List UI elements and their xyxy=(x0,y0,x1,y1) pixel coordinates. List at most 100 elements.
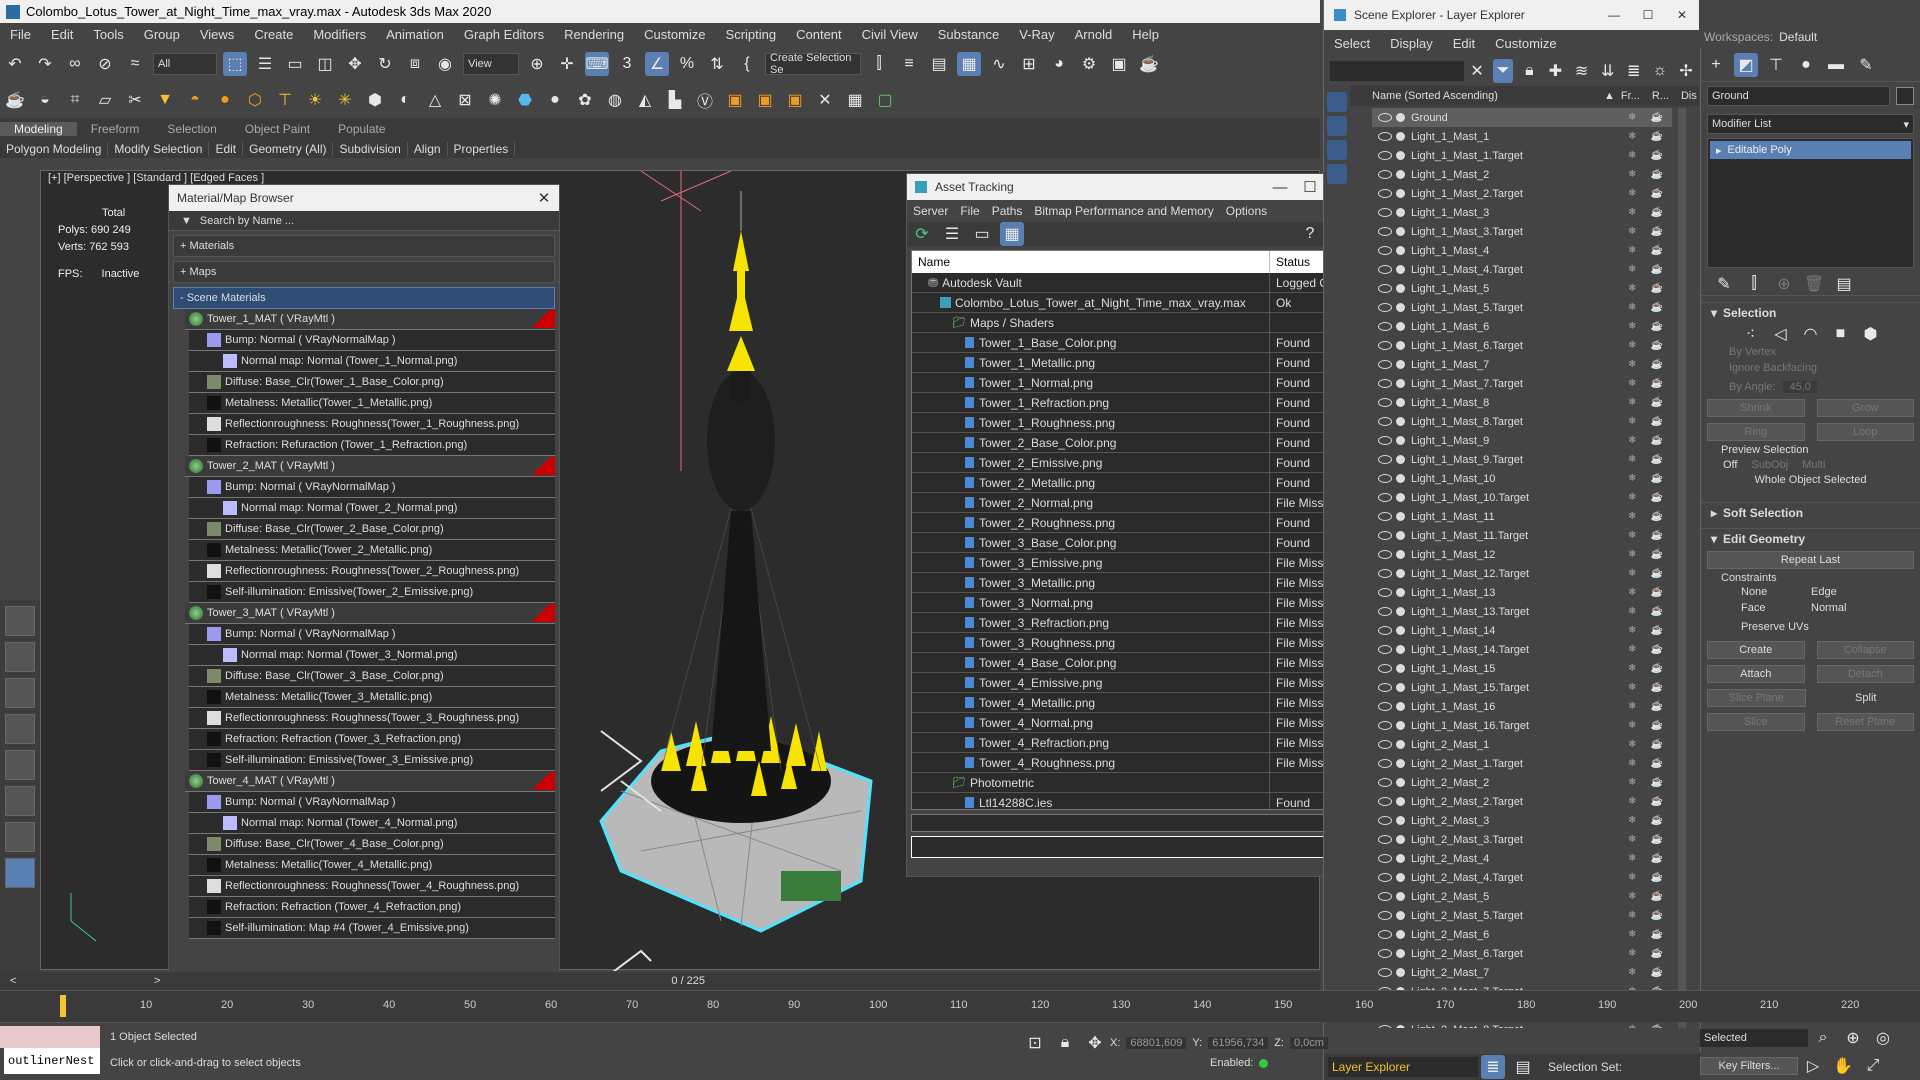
layout-tab-icon[interactable] xyxy=(5,678,35,708)
ribbon-subtab-properties[interactable]: Properties xyxy=(448,142,516,156)
vray-decal-icon[interactable]: ⬣ xyxy=(513,88,537,112)
scene-menu-customize[interactable]: Customize xyxy=(1485,36,1566,51)
scene-object-row[interactable]: Light_1_Mast_13 ❄ ☕ xyxy=(1372,583,1672,602)
material-item[interactable]: Tower_2_MAT ( VRayMtl ) xyxy=(185,456,555,477)
asset-row[interactable]: Tower_1_Refraction.png Found xyxy=(912,393,1350,413)
render-toggle-icon[interactable]: ☕ xyxy=(1642,758,1672,769)
column-header-name[interactable]: Name xyxy=(912,251,1270,273)
create-button[interactable]: Create xyxy=(1707,641,1805,659)
list-view-icon[interactable]: ☰ xyxy=(940,222,964,246)
scene-menu-select[interactable]: Select xyxy=(1324,36,1380,51)
layer-stack-icon[interactable]: ≋ xyxy=(1571,59,1591,83)
scene-object-row[interactable]: Light_1_Mast_8 ❄ ☕ xyxy=(1372,393,1672,412)
scene-object-row[interactable]: Light_2_Mast_7 ❄ ☕ xyxy=(1372,963,1672,982)
vray-fur-icon[interactable]: ⌗ xyxy=(63,88,87,112)
motion-tab-icon[interactable]: ● xyxy=(1794,53,1818,77)
ribbon-tab-freeform[interactable]: Freeform xyxy=(77,122,154,136)
visibility-eye-icon[interactable] xyxy=(1378,1025,1392,1028)
visibility-eye-icon[interactable] xyxy=(1378,303,1392,312)
visibility-eye-icon[interactable] xyxy=(1378,170,1392,179)
expand-arrow-icon[interactable]: ▸ xyxy=(1716,144,1722,157)
modifier-list-dropdown[interactable]: Modifier List ▾ xyxy=(1707,114,1914,134)
visibility-eye-icon[interactable] xyxy=(1378,512,1392,521)
vray-dome-light-icon[interactable]: ◓ xyxy=(183,88,207,112)
layer-explorer-dropdown[interactable]: Layer Explorer xyxy=(1328,1057,1478,1077)
curve-editor-icon[interactable]: ∿ xyxy=(987,52,1011,76)
preserve-uvs-checkbox[interactable]: Preserve UVs xyxy=(1701,616,1920,638)
freeze-toggle-icon[interactable]: ❄ xyxy=(1628,359,1642,370)
maximize-viewport-icon[interactable]: ⤢ xyxy=(1861,1054,1885,1078)
menu-civil-view[interactable]: Civil View xyxy=(852,27,928,42)
track-bar[interactable]: 10 20 30 40 50 60 70 80 90 100 110 120 130 140 150 160 1… xyxy=(0,990,1920,1022)
map-item[interactable]: Diffuse: Base_Clr(Tower_2_Base_Color.png… xyxy=(189,519,555,540)
visibility-eye-icon[interactable] xyxy=(1378,816,1392,825)
render-toggle-icon[interactable]: ☕ xyxy=(1642,207,1672,218)
material-item[interactable]: Tower_1_MAT ( VRayMtl ) xyxy=(185,309,555,330)
prev-frame-icon[interactable]: < xyxy=(10,975,16,987)
freeze-toggle-icon[interactable]: ❄ xyxy=(1628,378,1642,389)
freeze-toggle-icon[interactable]: ❄ xyxy=(1628,777,1642,788)
vray-bake-icon[interactable]: ✿ xyxy=(573,88,597,112)
freeze-toggle-icon[interactable]: ❄ xyxy=(1628,739,1642,750)
visibility-eye-icon[interactable] xyxy=(1378,930,1392,939)
visibility-eye-icon[interactable] xyxy=(1378,645,1392,654)
scene-object-row[interactable]: Light_1_Mast_5 ❄ ☕ xyxy=(1372,279,1672,298)
freeze-toggle-icon[interactable]: ❄ xyxy=(1628,587,1642,598)
vray-sphere-icon[interactable]: ● xyxy=(543,88,567,112)
display-lights-icon[interactable] xyxy=(1327,140,1347,160)
table-view-icon[interactable]: ▦ xyxy=(1000,222,1024,246)
asset-row[interactable]: Tower_2_Base_Color.png Found xyxy=(912,433,1350,453)
scene-object-row[interactable]: Light_1_Mast_14 ❄ ☕ xyxy=(1372,621,1672,640)
vray-scatter-icon[interactable]: ✺ xyxy=(483,88,507,112)
visibility-eye-icon[interactable] xyxy=(1378,151,1392,160)
map-item[interactable]: Reflectionroughness: Roughness(Tower_1_R… xyxy=(189,414,555,435)
mirror-icon[interactable]: ⫿ xyxy=(867,52,891,76)
isolate-selection-icon[interactable]: ⊡ xyxy=(1023,1031,1047,1055)
render-toggle-icon[interactable]: ☕ xyxy=(1642,397,1672,408)
freeze-toggle-icon[interactable]: ❄ xyxy=(1628,872,1642,883)
railclone-icon[interactable]: ▣ xyxy=(783,88,807,112)
visibility-eye-icon[interactable] xyxy=(1378,854,1392,863)
freeze-toggle-icon[interactable]: ❄ xyxy=(1628,416,1642,427)
show-end-result-icon[interactable]: ⫿ xyxy=(1742,272,1766,296)
map-item[interactable]: Bump: Normal ( VRayNormalMap ) xyxy=(189,477,555,498)
freeze-toggle-icon[interactable]: ❄ xyxy=(1628,625,1642,636)
key-filters-button[interactable]: Key Filters... xyxy=(1700,1057,1798,1075)
vray-mesh-clipper-icon[interactable]: ✂ xyxy=(123,88,147,112)
asset-row[interactable]: 📁︎ Maps / Shaders xyxy=(912,313,1350,333)
freeze-toggle-icon[interactable]: ❄ xyxy=(1628,568,1642,579)
render-toggle-icon[interactable]: ☕ xyxy=(1642,948,1672,959)
freeze-toggle-icon[interactable]: ❄ xyxy=(1628,302,1642,313)
scene-object-row[interactable]: Light_1_Mast_15 ❄ ☕ xyxy=(1372,659,1672,678)
scene-object-row[interactable]: Light_1_Mast_4 ❄ ☕ xyxy=(1372,241,1672,260)
layers-icon[interactable]: ≣ xyxy=(1624,59,1644,83)
freeze-toggle-icon[interactable]: ❄ xyxy=(1628,758,1642,769)
asset-row[interactable]: Tower_3_Metallic.png File Missing xyxy=(912,573,1350,593)
asset-menu-bitmap-performance-and-memory[interactable]: Bitmap Performance and Memory xyxy=(1028,204,1219,218)
spinner-snap-icon[interactable]: ⇅ xyxy=(705,52,729,76)
visibility-eye-icon[interactable] xyxy=(1378,892,1392,901)
freeze-toggle-icon[interactable]: ❄ xyxy=(1628,530,1642,541)
visibility-eye-icon[interactable] xyxy=(1378,683,1392,692)
angle-snap-icon[interactable]: ∠ xyxy=(645,52,669,76)
remove-modifier-icon[interactable]: 🗑︎ xyxy=(1802,272,1826,296)
visibility-eye-icon[interactable] xyxy=(1378,113,1392,122)
visibility-eye-icon[interactable] xyxy=(1378,778,1392,787)
pan-icon[interactable]: ✋ xyxy=(1831,1054,1855,1078)
render-toggle-icon[interactable]: ☕ xyxy=(1642,454,1672,465)
material-group-header[interactable]: + Materials xyxy=(173,235,555,257)
utilities-tab-icon[interactable]: ✎ xyxy=(1854,53,1878,77)
asset-row[interactable]: Colombo_Lotus_Tower_at_Night_Time_max_vr… xyxy=(912,293,1350,313)
freeze-toggle-icon[interactable]: ❄ xyxy=(1628,397,1642,408)
visibility-eye-icon[interactable] xyxy=(1378,322,1392,331)
ring-button[interactable]: Ring xyxy=(1707,423,1805,441)
map-item[interactable]: Self-illumination: Emissive(Tower_2_Emis… xyxy=(189,582,555,603)
render-toggle-icon[interactable]: ☕ xyxy=(1642,568,1672,579)
freeze-toggle-icon[interactable]: ❄ xyxy=(1628,188,1642,199)
asset-row[interactable]: Tower_2_Normal.png File Missing xyxy=(912,493,1350,513)
visibility-eye-icon[interactable] xyxy=(1378,265,1392,274)
render-toggle-icon[interactable]: ☕ xyxy=(1642,549,1672,560)
map-item[interactable]: Normal map: Normal (Tower_2_Normal.png) xyxy=(189,498,555,519)
reset-plane-button[interactable]: Reset Plane xyxy=(1816,713,1914,731)
absolute-mode-icon[interactable]: ✥ xyxy=(1083,1031,1107,1055)
